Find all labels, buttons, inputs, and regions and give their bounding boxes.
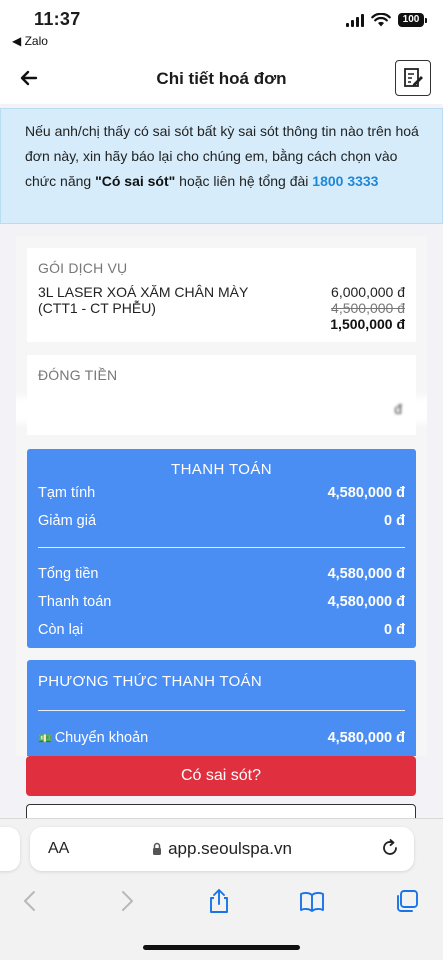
summary-row-label: Tạm tính: [38, 485, 96, 501]
address-bar[interactable]: AA app.seoulspa.vn: [30, 827, 414, 871]
service-label: GÓI DỊCH VỤ: [38, 260, 128, 276]
status-bar: 11:37 ◀ Zalo 100: [0, 0, 443, 52]
browser-toolbar: [0, 883, 443, 923]
error-report-notice: Nếu anh/chị thấy có sai sót bất kỳ sai s…: [0, 108, 443, 224]
blurred-value: đ: [394, 401, 402, 417]
method-value: 4,580,000 đ: [327, 730, 405, 746]
money-icon: 💵: [38, 733, 52, 745]
battery-level: 100: [398, 13, 424, 27]
wifi-icon: [371, 13, 391, 27]
summary-row-label: Tổng tiền: [38, 566, 99, 582]
cellular-signal-icon: [346, 13, 364, 27]
summary-row: Giảm giá 0 đ: [38, 513, 405, 529]
summary-row-value: 4,580,000 đ: [327, 566, 405, 582]
summary-row: Thanh toán 4,580,000 đ: [38, 594, 405, 610]
summary-row: Tổng tiền 4,580,000 đ: [38, 566, 405, 582]
share-icon[interactable]: [205, 887, 233, 915]
browser-forward-icon[interactable]: [112, 887, 140, 915]
method-title: PHƯƠNG THỨC THANH TOÁN: [38, 673, 262, 690]
url-display[interactable]: app.seoulspa.vn: [30, 839, 414, 859]
summary-row: Còn lại 0 đ: [38, 622, 405, 638]
summary-row: Tạm tính 4,580,000 đ: [38, 485, 405, 501]
home-indicator: [143, 945, 300, 950]
service-package-card: GÓI DỊCH VỤ 3L LASER XOÁ XĂM CHÂN MÀY (C…: [27, 248, 416, 342]
invoice-content[interactable]: GÓI DỊCH VỤ 3L LASER XOÁ XĂM CHÂN MÀY (C…: [16, 236, 427, 756]
summary-row-label: Thanh toán: [38, 594, 112, 610]
reload-icon[interactable]: [380, 838, 400, 858]
method-divider: [38, 710, 405, 711]
summary-divider: [38, 547, 405, 548]
notice-text-after: hoặc liên hệ tổng đài: [175, 173, 313, 189]
summary-row-value: 0 đ: [384, 622, 405, 638]
service-prices: 6,000,000 đ 4,500,000 đ 1,500,000 đ: [330, 284, 405, 332]
summary-row-value: 0 đ: [384, 513, 405, 529]
page-header: Chi tiết hoá đơn: [0, 52, 443, 104]
payment-method-card: PHƯƠNG THỨC THANH TOÁN 💵 Chuyển khoản 4,5…: [27, 660, 416, 756]
back-to-zalo-link[interactable]: ◀ Zalo: [12, 34, 48, 48]
notice-highlight: "Có sai sót": [95, 173, 176, 189]
summary-row-label: Còn lại: [38, 622, 84, 638]
url-text: app.seoulspa.vn: [168, 839, 292, 858]
edit-invoice-button[interactable]: [395, 60, 431, 96]
tabs-icon[interactable]: [393, 887, 421, 915]
service-price-struck: 4,500,000 đ: [331, 300, 405, 316]
status-icons: 100: [346, 13, 427, 27]
report-error-button[interactable]: Có sai sót?: [26, 756, 416, 796]
hotline-link[interactable]: 1800 3333: [312, 173, 378, 189]
summary-row-value: 4,580,000 đ: [327, 594, 405, 610]
edit-document-icon: [404, 68, 423, 87]
summary-row-label: Giảm giá: [38, 513, 97, 529]
browser-bottom-bar: AA app.seoulspa.vn: [0, 818, 443, 960]
service-price-original: 6,000,000 đ: [331, 284, 405, 300]
lock-icon: [153, 842, 162, 855]
summary-title: THANH TOÁN: [171, 461, 272, 478]
blurred-region: [16, 397, 427, 423]
previous-tab-stub[interactable]: [0, 827, 20, 871]
browser-back-icon[interactable]: [17, 887, 45, 915]
bookmarks-icon[interactable]: [298, 887, 326, 915]
summary-row-value: 4,580,000 đ: [327, 485, 405, 501]
service-name: 3L LASER XOÁ XĂM CHÂN MÀY (CTT1 - CT PHỄ…: [38, 284, 249, 316]
method-row: 💵 Chuyển khoản 4,580,000 đ: [38, 730, 405, 746]
payment-summary-card: THANH TOÁN Tạm tính 4,580,000 đ Giảm giá…: [27, 449, 416, 648]
payment-made-card: ĐÓNG TIỀN đ: [16, 355, 427, 435]
payment-label: ĐÓNG TIỀN: [38, 367, 118, 383]
page-title: Chi tiết hoá đơn: [156, 69, 287, 88]
service-price-final: 1,500,000 đ: [330, 316, 405, 332]
battery-icon: 100: [398, 13, 427, 27]
status-time: 11:37: [34, 9, 81, 29]
method-label: Chuyển khoản: [54, 730, 149, 746]
